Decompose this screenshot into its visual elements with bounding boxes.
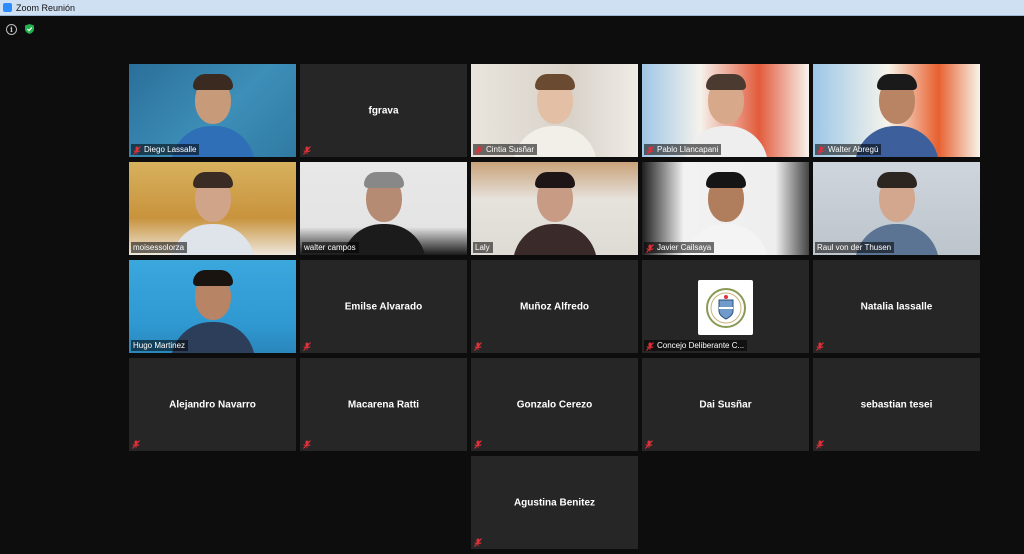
participant-tile[interactable]: Laly <box>471 162 638 255</box>
participant-hair <box>193 74 233 90</box>
mic-muted-icon <box>474 440 482 449</box>
mic-muted-icon <box>816 342 824 351</box>
participant-name-label: Laly <box>473 242 493 253</box>
mic-muted-icon <box>303 440 311 449</box>
mic-muted-icon <box>303 146 311 155</box>
participant-tile[interactable]: sebastian tesei <box>813 358 980 451</box>
mic-muted-icon <box>645 440 653 449</box>
participant-body <box>513 224 597 255</box>
participant-gallery: Diego Lassalle fgrava Cintia Susñar Pablo L… <box>0 0 1024 554</box>
mic-muted-icon <box>132 440 140 449</box>
participant-hair <box>706 74 746 90</box>
participant-tile[interactable]: Diego Lassalle <box>129 64 296 157</box>
mic-muted-icon <box>474 342 482 351</box>
participant-name: Dai Susñar <box>699 399 752 410</box>
mic-muted-icon <box>474 538 482 547</box>
participant-name: Javier Cailsaya <box>657 243 712 252</box>
participant-name: Cintia Susñar <box>486 145 535 154</box>
participant-name: walter campos <box>304 243 356 252</box>
participant-tile[interactable]: Walter Abregú <box>813 64 980 157</box>
participant-tile[interactable]: Pablo Llancapani <box>642 64 809 157</box>
participant-name: Diego Lassalle <box>144 145 197 154</box>
participant-tile[interactable]: Hugo Martinez <box>129 260 296 353</box>
participant-hair <box>706 172 746 188</box>
participant-name: Hugo Martinez <box>133 341 186 350</box>
participant-tile[interactable]: Javier Cailsaya <box>642 162 809 255</box>
mic-muted-icon <box>133 145 141 155</box>
participant-name-label: moisessolorza <box>131 242 188 253</box>
mic-muted-icon <box>303 342 311 351</box>
participant-tile[interactable]: Emilse Alvarado <box>300 260 467 353</box>
participant-name: Natalia lassalle <box>860 301 933 312</box>
participant-hair <box>535 74 575 90</box>
participant-name-label: walter campos <box>302 242 359 253</box>
participant-hair <box>877 172 917 188</box>
participant-tile[interactable]: Concejo Deliberante C... <box>642 260 809 353</box>
participant-tile[interactable]: Raul von der Thusen <box>813 162 980 255</box>
participant-tile[interactable]: Alejandro Navarro <box>129 358 296 451</box>
participant-name-label: Pablo Llancapani <box>644 144 722 155</box>
participant-tile[interactable]: Macarena Ratti <box>300 358 467 451</box>
participant-tile[interactable]: fgrava <box>300 64 467 157</box>
mic-muted-icon <box>816 440 824 449</box>
mic-muted-icon <box>646 145 654 155</box>
participant-name: fgrava <box>368 105 399 116</box>
participant-name-label: Concejo Deliberante C... <box>644 340 748 351</box>
mic-muted-icon <box>817 145 825 155</box>
participant-name-label: Walter Abregú <box>815 144 882 155</box>
participant-name-label: Hugo Martinez <box>131 340 189 351</box>
participant-name-label: Diego Lassalle <box>131 144 200 155</box>
video-feed <box>471 162 638 255</box>
participant-name: Raul von der Thusen <box>817 243 892 252</box>
participant-hair <box>877 74 917 90</box>
mic-muted-icon <box>646 341 654 351</box>
participant-tile[interactable]: Muñoz Alfredo <box>471 260 638 353</box>
participant-tile[interactable]: Gonzalo Cerezo <box>471 358 638 451</box>
participant-tile[interactable]: Natalia lassalle <box>813 260 980 353</box>
participant-name: moisessolorza <box>133 243 185 252</box>
participant-name: sebastian tesei <box>860 399 933 410</box>
participant-tile[interactable]: Cintia Susñar <box>471 64 638 157</box>
participant-hair <box>535 172 575 188</box>
participant-name: Emilse Alvarado <box>344 301 423 312</box>
mic-muted-icon <box>646 243 654 253</box>
participant-name: Gonzalo Cerezo <box>516 399 593 410</box>
participant-hair <box>364 172 404 188</box>
participant-tile[interactable]: Agustina Benitez <box>471 456 638 549</box>
participant-hair <box>193 270 233 286</box>
crest-logo-icon <box>698 280 753 335</box>
participant-name: Muñoz Alfredo <box>519 301 590 312</box>
participant-name-label: Javier Cailsaya <box>644 242 715 253</box>
participant-name: Pablo Llancapani <box>657 145 719 154</box>
participant-name: Agustina Benitez <box>513 497 596 508</box>
participant-name-label: Cintia Susñar <box>473 144 538 155</box>
participant-name: Concejo Deliberante C... <box>657 341 745 350</box>
participant-name: Walter Abregú <box>828 145 879 154</box>
participant-name: Laly <box>475 243 490 252</box>
participant-name: Alejandro Navarro <box>169 399 256 410</box>
participant-name: Macarena Ratti <box>347 399 420 410</box>
mic-muted-icon <box>475 145 483 155</box>
participant-tile[interactable]: Dai Susñar <box>642 358 809 451</box>
participant-name-label: Raul von der Thusen <box>815 242 895 253</box>
participant-tile[interactable]: moisessolorza <box>129 162 296 255</box>
participant-hair <box>193 172 233 188</box>
participant-tile[interactable]: walter campos <box>300 162 467 255</box>
